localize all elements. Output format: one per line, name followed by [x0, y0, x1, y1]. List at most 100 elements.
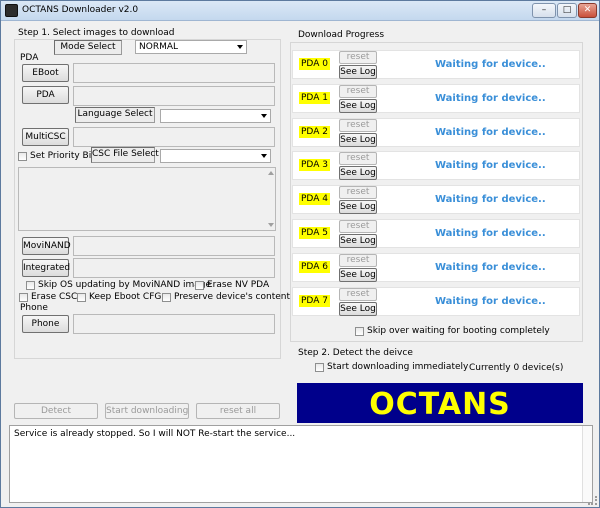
erase-csc-checkbox[interactable]	[19, 293, 28, 302]
integrated-button[interactable]: Integrated	[22, 259, 70, 277]
reset-button[interactable]: reset	[339, 186, 377, 199]
reset-button[interactable]: reset	[339, 119, 377, 132]
resize-grip-icon[interactable]	[588, 496, 597, 505]
keep-eboot-checkbox[interactable]	[77, 293, 86, 302]
download-row: PDA 5 reset See Log Waiting for device..	[292, 219, 580, 248]
device-status-text: Waiting for device..	[435, 127, 546, 138]
multicsc-path-field[interactable]	[73, 127, 275, 147]
start-immediately-label: Start downloading immediately	[327, 362, 469, 372]
phone-button[interactable]: Phone	[22, 315, 69, 333]
pda-slot-label: PDA 6	[299, 261, 330, 273]
pda-group-label: PDA	[20, 53, 39, 63]
reset-button[interactable]: reset	[339, 85, 377, 98]
start-downloading-button[interactable]: Start downloading	[105, 403, 189, 419]
see-log-button[interactable]: See Log	[339, 234, 377, 248]
device-status-text: Waiting for device..	[435, 194, 546, 205]
scroll-up-icon[interactable]	[268, 171, 274, 175]
detect-button[interactable]: Detect	[14, 403, 98, 419]
mode-select-value: NORMAL	[139, 42, 179, 52]
keep-eboot-label: Keep Eboot CFG	[89, 292, 162, 302]
download-row: PDA 3 reset See Log Waiting for device..	[292, 151, 580, 180]
preserve-contents-checkbox[interactable]	[162, 293, 171, 302]
download-row: PDA 2 reset See Log Waiting for device..	[292, 118, 580, 147]
reset-button[interactable]: reset	[339, 288, 377, 301]
reset-all-button[interactable]: reset all	[196, 403, 280, 419]
see-log-button[interactable]: See Log	[339, 302, 377, 316]
multicsc-button[interactable]: MultiCSC	[22, 128, 69, 146]
erase-nv-label: Erase NV PDA	[207, 280, 270, 290]
pda-slot-label: PDA 2	[299, 126, 330, 138]
see-log-button[interactable]: See Log	[339, 133, 377, 147]
status-log[interactable]: Service is already stopped. So I will NO…	[9, 425, 593, 503]
pda-slot-label: PDA 0	[299, 58, 330, 70]
mode-select-dropdown[interactable]: NORMAL	[135, 40, 247, 54]
erase-csc-label: Erase CSC	[31, 292, 78, 302]
language-select-label: Language Select	[75, 107, 155, 123]
chevron-down-icon	[261, 114, 267, 118]
close-button[interactable]: ✕	[578, 3, 597, 18]
octans-logo-text: OCTANS	[369, 387, 511, 422]
status-message: Service is already stopped. So I will NO…	[14, 429, 296, 439]
download-row: PDA 1 reset See Log Waiting for device..	[292, 84, 580, 113]
main-window: OCTANS Downloader v2.0 – □ ✕ Step 1. Sel…	[0, 0, 600, 508]
movinand-button[interactable]: MoviNAND	[22, 237, 71, 255]
app-icon	[5, 4, 18, 17]
device-status-text: Waiting for device..	[435, 59, 546, 70]
download-row: PDA 7 reset See Log Waiting for device..	[292, 287, 580, 316]
see-log-button[interactable]: See Log	[339, 166, 377, 180]
step1-heading: Step 1. Select images to download	[18, 28, 175, 38]
language-select-dropdown[interactable]	[160, 109, 271, 123]
device-status-text: Waiting for device..	[435, 93, 546, 104]
octans-logo: OCTANS	[297, 383, 583, 423]
pda-slot-label: PDA 1	[299, 92, 330, 104]
csc-list-area[interactable]	[18, 167, 276, 231]
see-log-button[interactable]: See Log	[339, 65, 377, 79]
step2-heading: Step 2. Detect the deivce	[298, 348, 413, 358]
csc-file-select-label: CSC File Select	[91, 147, 159, 163]
download-progress-heading: Download Progress	[298, 30, 385, 40]
eboot-button[interactable]: EBoot	[22, 64, 69, 82]
movinand-path-field[interactable]	[73, 236, 275, 256]
reset-button[interactable]: reset	[339, 220, 377, 233]
pda-slot-label: PDA 3	[299, 159, 330, 171]
csc-file-select-dropdown[interactable]	[160, 149, 271, 163]
skip-waiting-checkbox[interactable]	[355, 327, 364, 336]
skip-waiting-label: Skip over waiting for booting completely	[367, 326, 550, 336]
reset-button[interactable]: reset	[339, 254, 377, 267]
erase-nv-checkbox[interactable]	[195, 281, 204, 290]
mode-select-label: Mode Select	[54, 40, 122, 55]
status-scrollbar[interactable]	[582, 426, 592, 502]
pda-slot-label: PDA 4	[299, 193, 330, 205]
set-priority-checkbox[interactable]	[18, 152, 27, 161]
device-status-text: Waiting for device..	[435, 228, 546, 239]
device-count-text: Currently 0 device(s)	[469, 363, 564, 373]
maximize-button[interactable]: □	[557, 3, 577, 18]
set-priority-label: Set Priority Bit	[30, 151, 95, 161]
chevron-down-icon	[237, 45, 243, 49]
download-row: PDA 4 reset See Log Waiting for device..	[292, 185, 580, 214]
device-status-text: Waiting for device..	[435, 262, 546, 273]
scroll-down-icon[interactable]	[268, 223, 274, 227]
reset-button[interactable]: reset	[339, 51, 377, 64]
see-log-button[interactable]: See Log	[339, 99, 377, 113]
skip-os-label: Skip OS updating by MoviNAND image	[38, 280, 212, 290]
pda-slot-label: PDA 7	[299, 295, 330, 307]
pda-button[interactable]: PDA	[22, 86, 69, 104]
start-immediately-checkbox[interactable]	[315, 363, 324, 372]
download-row: PDA 0 reset See Log Waiting for device..	[292, 50, 580, 79]
integrated-path-field[interactable]	[73, 258, 275, 278]
reset-button[interactable]: reset	[339, 152, 377, 165]
see-log-button[interactable]: See Log	[339, 268, 377, 282]
chevron-down-icon	[261, 154, 267, 158]
window-title: OCTANS Downloader v2.0	[22, 5, 139, 15]
pda-path-field[interactable]	[73, 86, 275, 106]
minimize-button[interactable]: –	[532, 3, 556, 18]
phone-path-field[interactable]	[73, 314, 275, 334]
see-log-button[interactable]: See Log	[339, 200, 377, 214]
pda-slot-label: PDA 5	[299, 227, 330, 239]
skip-os-checkbox[interactable]	[26, 281, 35, 290]
title-bar[interactable]: OCTANS Downloader v2.0 – □ ✕	[1, 1, 599, 21]
device-status-text: Waiting for device..	[435, 296, 546, 307]
preserve-contents-label: Preserve device's contents	[174, 292, 295, 302]
eboot-path-field[interactable]	[73, 63, 275, 83]
